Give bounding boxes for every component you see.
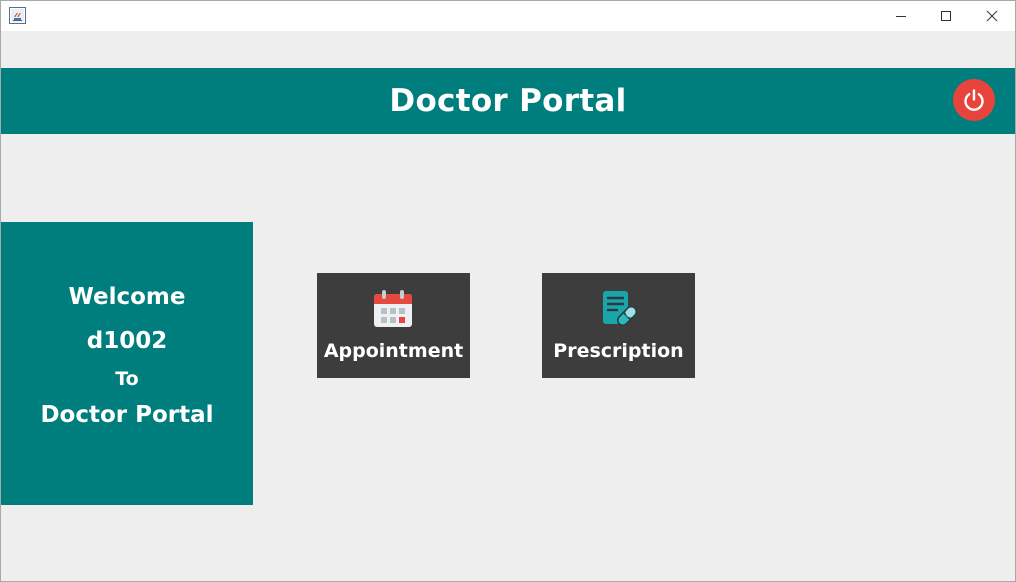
app-window: Doctor Portal Welcome d1002 To Doctor Po… [0,0,1016,582]
prescription-label: Prescription [553,340,684,362]
page-title: Doctor Portal [389,83,627,119]
appointment-label: Appointment [323,340,464,362]
portal-header: Doctor Portal [1,68,1015,134]
username-label: d1002 [86,328,168,354]
welcome-heading: Welcome [68,284,186,310]
title-bar[interactable] [1,1,1015,31]
minimize-button[interactable] [878,1,924,31]
maximize-button[interactable] [923,1,969,31]
appointment-button[interactable]: Appointment [317,273,470,378]
welcome-to-label: To [115,368,139,390]
maximize-icon [941,11,951,21]
java-app-icon [9,7,26,24]
calendar-icon [373,289,413,329]
minimize-icon [896,16,906,17]
close-icon [986,10,998,22]
welcome-panel: Welcome d1002 To Doctor Portal [1,222,253,505]
power-icon [964,89,984,111]
prescription-button[interactable]: Prescription [542,273,695,378]
prescription-icon [598,289,638,329]
portal-name-label: Doctor Portal [40,402,214,428]
logout-button[interactable] [953,79,995,121]
close-button[interactable] [969,1,1015,31]
